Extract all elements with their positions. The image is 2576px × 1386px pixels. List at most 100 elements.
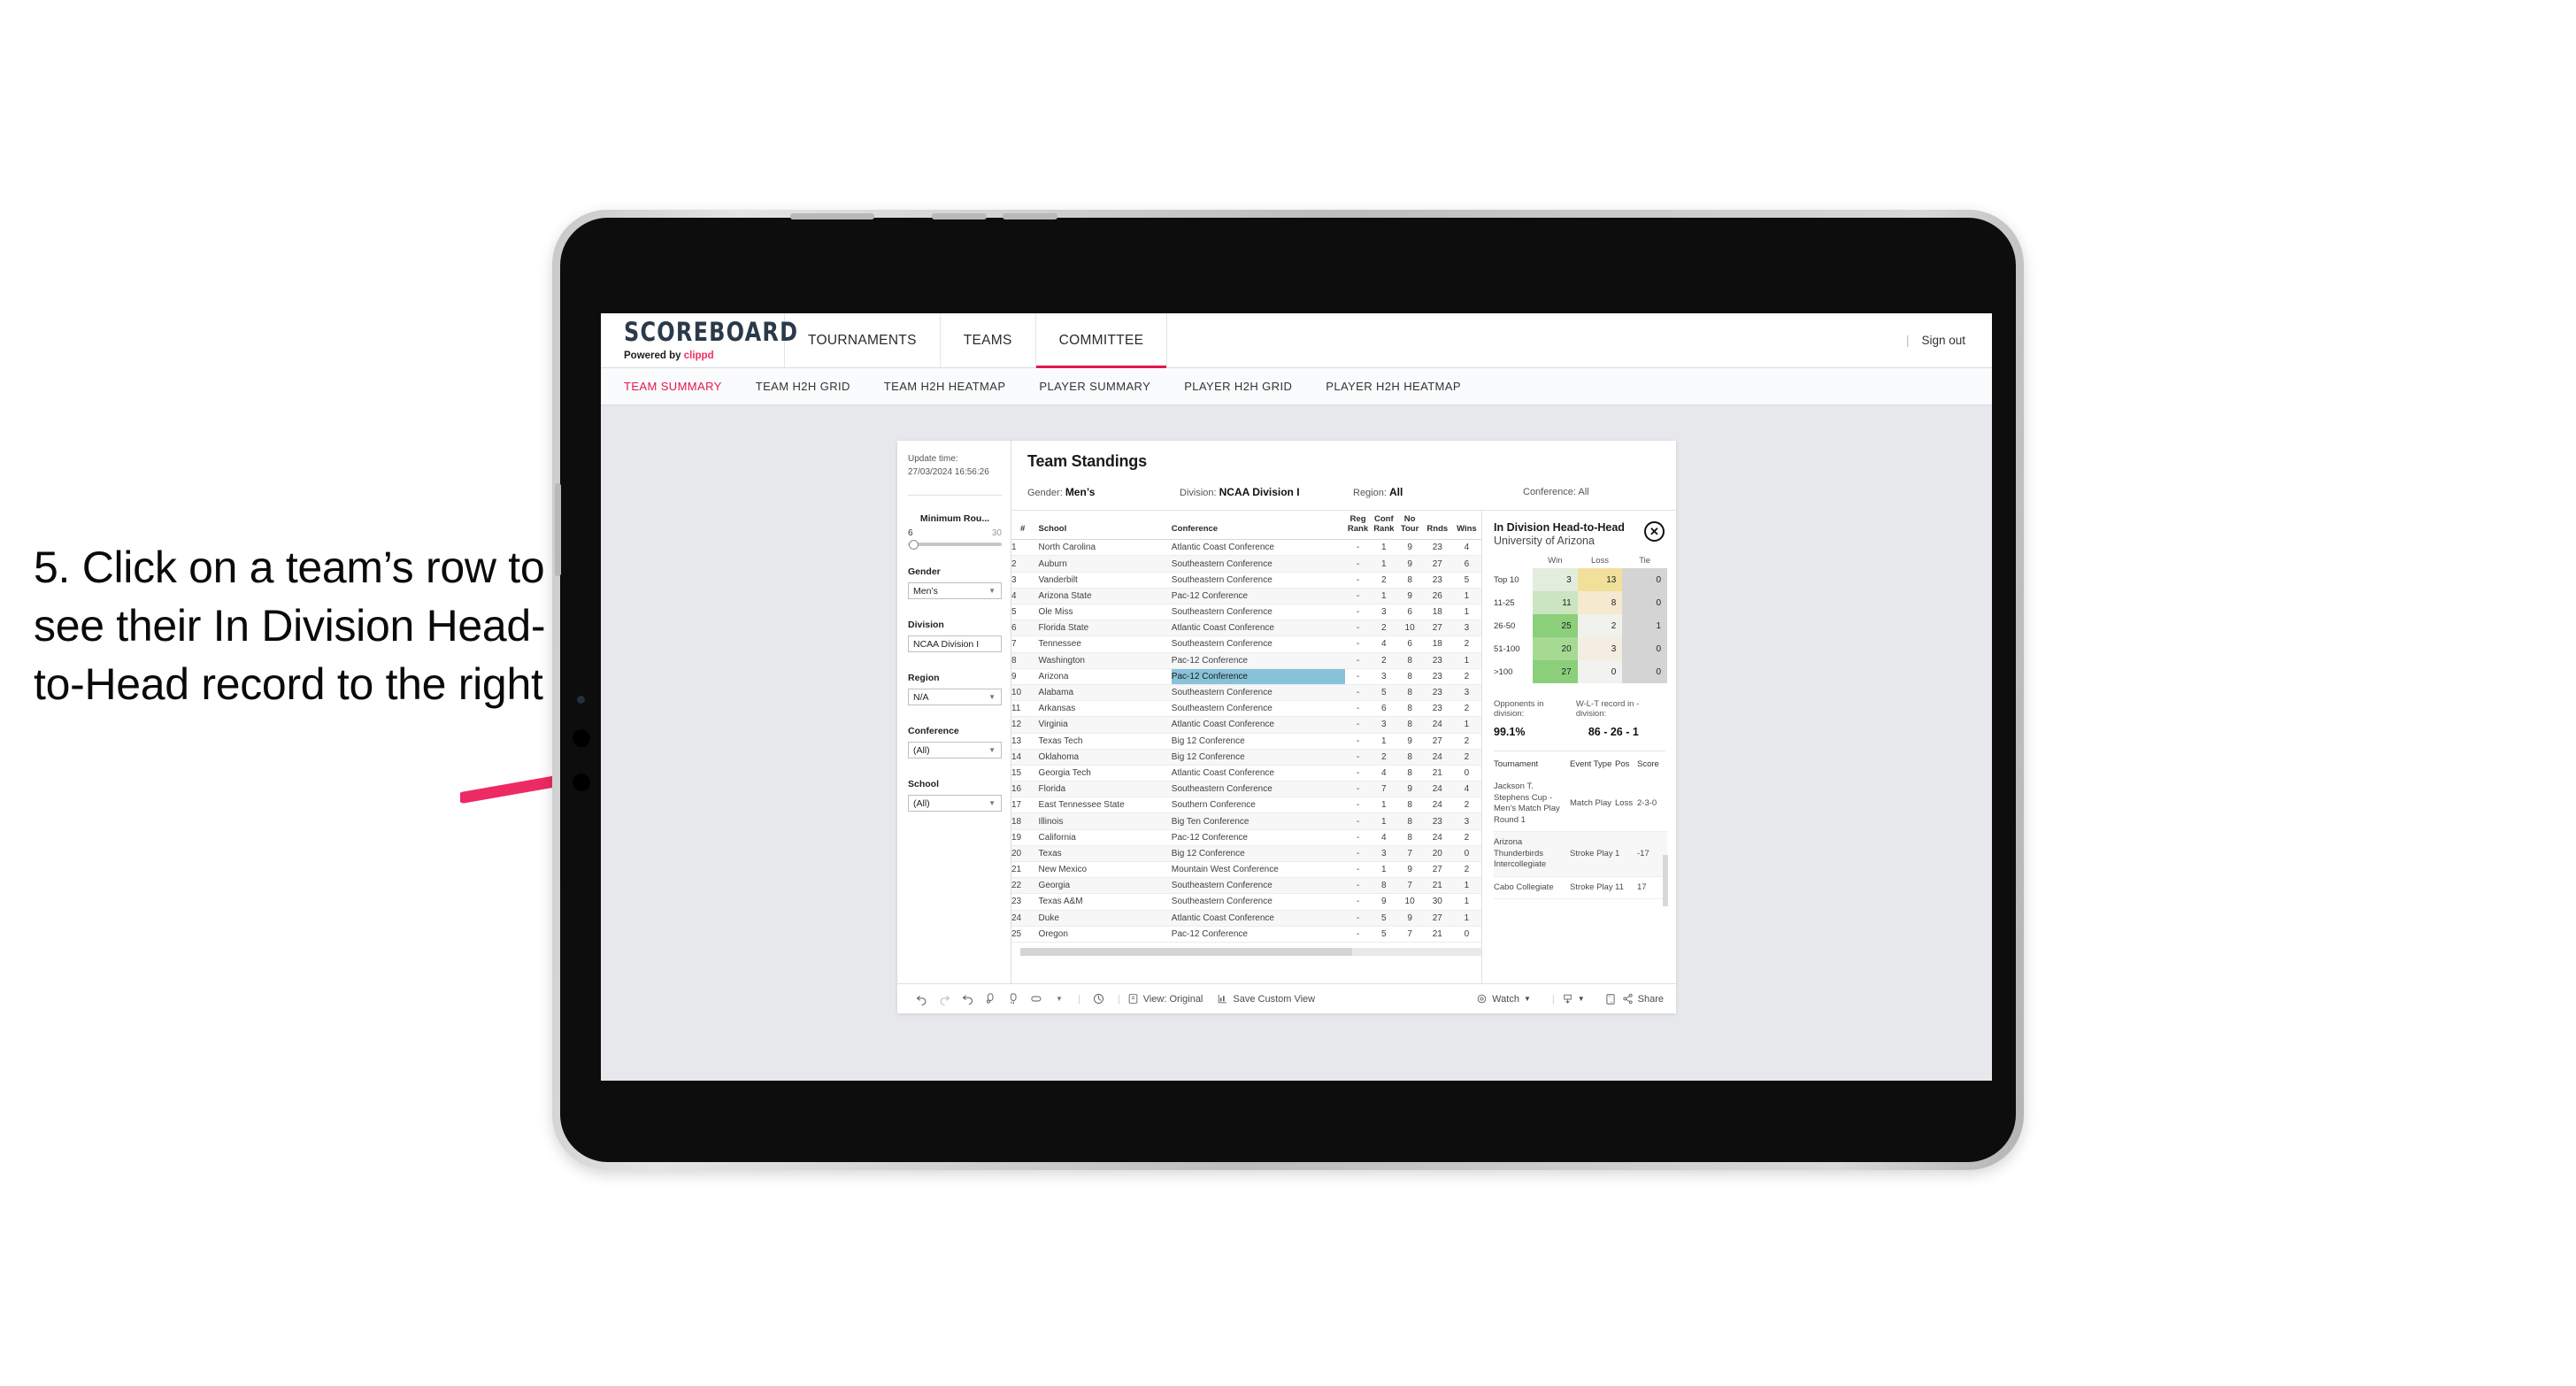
- save-custom-view-button[interactable]: Save Custom View: [1217, 993, 1315, 1005]
- h2h-heatmap-cell[interactable]: 1: [1622, 614, 1667, 637]
- subnav-item-team-h2h-heatmap[interactable]: TEAM H2H HEATMAP: [884, 380, 1006, 393]
- tournaments-vertical-scrollbar[interactable]: [1663, 855, 1668, 906]
- h2h-heatmap-cell[interactable]: 8: [1577, 591, 1623, 614]
- h2h-heatmap-cell[interactable]: 27: [1533, 660, 1578, 683]
- col-header-school[interactable]: School: [1038, 511, 1172, 541]
- side-button[interactable]: [555, 483, 561, 576]
- table-row[interactable]: 13 Texas Tech Big 12 Conference -1 9 27 2: [1011, 733, 1481, 750]
- col-header-event-type[interactable]: Event Type: [1570, 759, 1615, 776]
- undo-icon[interactable]: [910, 992, 933, 1005]
- col-header-pos[interactable]: Pos: [1615, 759, 1637, 776]
- col-header-reg-rank[interactable]: Reg Rank: [1344, 511, 1372, 541]
- col-header-number[interactable]: #: [1011, 511, 1039, 541]
- col-header-conf-rank[interactable]: Conf Rank: [1371, 511, 1397, 541]
- table-row[interactable]: 11 Arkansas Southeastern Conference -6 8 23 2: [1011, 700, 1481, 718]
- table-row[interactable]: 1 North Carolina Atlantic Coast Conference…: [1011, 539, 1481, 557]
- fullscreen-icon[interactable]: [1599, 993, 1622, 1005]
- table-row[interactable]: 22 Georgia Southeastern Conference -8 7 21 1: [1011, 877, 1481, 895]
- horizontal-scrollbar-track[interactable]: [1020, 947, 1481, 956]
- table-row[interactable]: Cabo Collegiate Stroke Play 11 17: [1494, 876, 1667, 900]
- subnav-item-team-summary[interactable]: TEAM SUMMARY: [624, 380, 722, 393]
- horizontal-scrollbar-thumb[interactable]: [1020, 947, 1353, 956]
- chevron-down-icon[interactable]: ▼: [1048, 995, 1071, 1003]
- h2h-heatmap-cell[interactable]: 20: [1533, 637, 1578, 660]
- slider-track[interactable]: [908, 539, 1002, 550]
- table-row[interactable]: 14 Oklahoma Big 12 Conference -2 8 24 2: [1011, 749, 1481, 766]
- col-header-rnds[interactable]: Rnds: [1422, 511, 1452, 541]
- pause-refresh-icon[interactable]: [1088, 992, 1111, 1005]
- redo-icon[interactable]: [933, 992, 956, 1005]
- h2h-heatmap-cell[interactable]: 0: [1622, 660, 1667, 683]
- revert-icon[interactable]: [956, 992, 979, 1005]
- filter-school-select[interactable]: (All) ▼: [908, 795, 1002, 812]
- horizontal-scrollbar-wrap[interactable]: [1011, 942, 1481, 960]
- h2h-heatmap-cell[interactable]: 0: [1622, 637, 1667, 660]
- topnav-spacer: [1167, 313, 1906, 367]
- cell-rank: 2: [1011, 555, 1039, 573]
- table-row[interactable]: Jackson T. Stephens Cup - Men’s Match Pl…: [1494, 776, 1667, 833]
- table-row[interactable]: 10 Alabama Southeastern Conference -5 8 23 3: [1011, 684, 1481, 702]
- h2h-heatmap-cell[interactable]: 0: [1622, 568, 1667, 591]
- volume-down-button[interactable]: [1003, 213, 1057, 219]
- table-row[interactable]: 8 Washington Pac-12 Conference -2 8 23 1: [1011, 652, 1481, 669]
- table-row[interactable]: 24 Duke Atlantic Coast Conference -5 9 27 1: [1011, 910, 1481, 927]
- table-row[interactable]: 12 Virginia Atlantic Coast Conference -3 8 24…: [1011, 716, 1481, 734]
- table-row[interactable]: Arizona Thunderbirds Intercollegiate Stro…: [1494, 831, 1667, 877]
- subnav-item-player-h2h-grid[interactable]: PLAYER H2H GRID: [1184, 380, 1292, 393]
- h2h-heatmap-cell[interactable]: 0: [1577, 660, 1623, 683]
- view-original-button[interactable]: View: Original: [1127, 993, 1203, 1005]
- share-button[interactable]: Share: [1622, 993, 1664, 1005]
- table-row[interactable]: 3 Vanderbilt Southeastern Conference -2 8 23 5: [1011, 572, 1481, 589]
- download-button[interactable]: ▼: [1562, 993, 1585, 1005]
- refresh-data-icon[interactable]: [979, 992, 1002, 1005]
- cell-rank: 22: [1011, 877, 1039, 895]
- h2h-heatmap-cell[interactable]: 3: [1577, 637, 1623, 660]
- col-header-tournament[interactable]: Tournament: [1494, 759, 1570, 776]
- power-button[interactable]: [790, 213, 874, 219]
- table-row[interactable]: 5 Ole Miss Southeastern Conference -3 6 18 1: [1011, 604, 1481, 621]
- table-row[interactable]: 9 Arizona Pac-12 Conference -3 8 23 2: [1011, 668, 1481, 685]
- signout-link[interactable]: Sign out: [1921, 334, 1965, 347]
- filter-division-select[interactable]: NCAA Division I: [908, 635, 1002, 652]
- table-row[interactable]: 25 Oregon Pac-12 Conference -5 7 21 0: [1011, 926, 1481, 943]
- h2h-heatmap-cell[interactable]: 2: [1577, 614, 1623, 637]
- table-row[interactable]: 23 Texas A&M Southeastern Conference -9 10 30…: [1011, 893, 1481, 911]
- col-header-no-tour[interactable]: No Tour: [1396, 511, 1423, 541]
- filter-conference-select[interactable]: (All) ▼: [908, 742, 1002, 758]
- table-row[interactable]: 6 Florida State Atlantic Coast Conference -…: [1011, 620, 1481, 637]
- topnav-item-committee[interactable]: COMMITTEE: [1035, 313, 1168, 368]
- table-row[interactable]: 21 New Mexico Mountain West Conference -1 9 2…: [1011, 861, 1481, 879]
- device-preview-icon[interactable]: [1025, 992, 1048, 1005]
- table-row[interactable]: 15 Georgia Tech Atlantic Coast Conference -…: [1011, 765, 1481, 782]
- h2h-heatmap-cell[interactable]: 3: [1533, 568, 1578, 591]
- pause-auto-update-icon[interactable]: [1002, 992, 1025, 1005]
- table-row[interactable]: 4 Arizona State Pac-12 Conference -1 9 26 1: [1011, 588, 1481, 605]
- watch-button[interactable]: Watch ▼: [1476, 993, 1531, 1005]
- topnav-item-tournaments[interactable]: TOURNAMENTS: [785, 313, 941, 367]
- table-row[interactable]: 16 Florida Southeastern Conference -7 9 24 4: [1011, 781, 1481, 798]
- cell-rank: 14: [1011, 749, 1039, 766]
- brand-logo[interactable]: SCOREBOARD Powered by clippd: [601, 313, 797, 367]
- subnav-item-player-h2h-heatmap[interactable]: PLAYER H2H HEATMAP: [1326, 380, 1461, 393]
- col-header-wins[interactable]: Wins: [1451, 511, 1481, 541]
- h2h-heatmap-cell[interactable]: 13: [1577, 568, 1623, 591]
- filter-gender-select[interactable]: Men’s ▼: [908, 582, 1002, 599]
- col-header-score[interactable]: Score: [1637, 759, 1667, 776]
- h2h-heatmap-cell[interactable]: 25: [1533, 614, 1578, 637]
- subnav-item-team-h2h-grid[interactable]: TEAM H2H GRID: [756, 380, 850, 393]
- volume-up-button[interactable]: [932, 213, 987, 219]
- topnav-item-teams[interactable]: TEAMS: [941, 313, 1036, 367]
- table-row[interactable]: 19 California Pac-12 Conference -4 8 24 2: [1011, 829, 1481, 846]
- table-row[interactable]: 20 Texas Big 12 Conference -3 7 20 0: [1011, 845, 1481, 863]
- table-row[interactable]: 18 Illinois Big Ten Conference -1 8 23 3: [1011, 812, 1481, 830]
- slider-knob[interactable]: [909, 539, 919, 550]
- table-row[interactable]: 2 Auburn Southeastern Conference -1 9 27 6: [1011, 555, 1481, 573]
- h2h-heatmap-cell[interactable]: 11: [1533, 591, 1578, 614]
- h2h-heatmap-cell[interactable]: 0: [1622, 591, 1667, 614]
- table-row[interactable]: 7 Tennessee Southeastern Conference -4 6 18 2: [1011, 635, 1481, 653]
- col-header-conference[interactable]: Conference: [1171, 511, 1345, 541]
- filter-region-select[interactable]: N/A ▼: [908, 689, 1002, 705]
- table-row[interactable]: 17 East Tennessee State Southern Conferenc…: [1011, 797, 1481, 814]
- subnav-item-player-summary[interactable]: PLAYER SUMMARY: [1039, 380, 1150, 393]
- close-icon[interactable]: ✕: [1644, 521, 1665, 542]
